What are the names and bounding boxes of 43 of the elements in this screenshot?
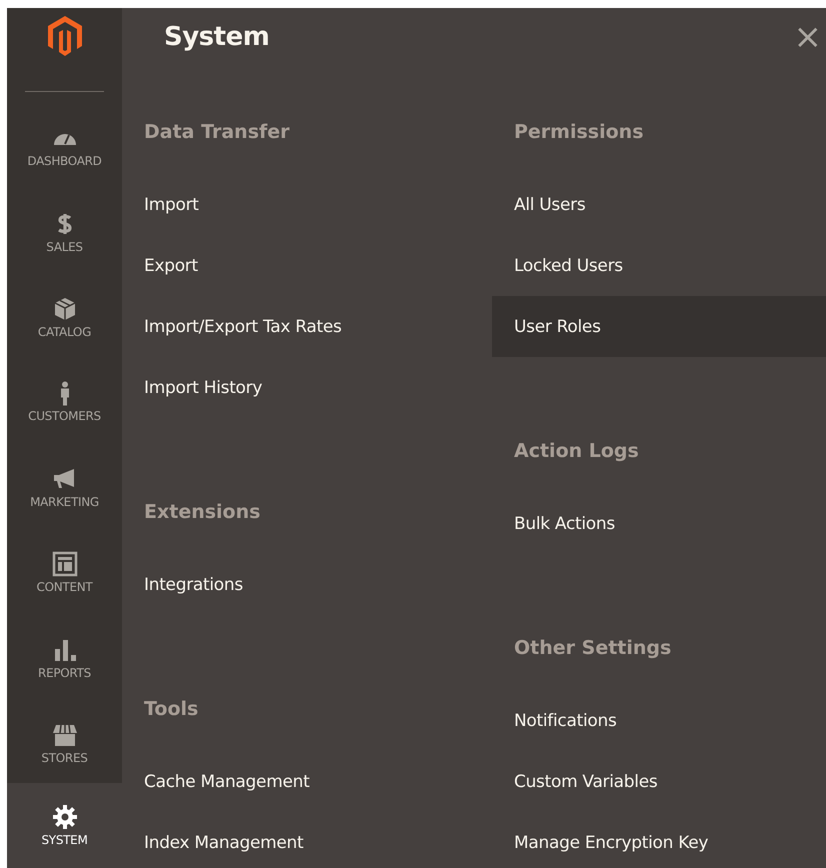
nav-label: MARKETING	[30, 495, 99, 510]
section-heading: Data Transfer	[143, 120, 291, 145]
menu-link[interactable]: Notifications	[492, 690, 826, 751]
nav-item[interactable]: DASHBOARD	[7, 104, 122, 190]
menu-link[interactable]: Import/Export Tax Rates	[122, 296, 492, 357]
menu-link[interactable]: Cache Management	[122, 751, 492, 812]
nav-label: REPORTS	[38, 666, 91, 680]
section-heading: Other Settings	[513, 636, 672, 661]
menu-link[interactable]: Export	[122, 235, 492, 296]
section-heading: Tools	[143, 697, 200, 722]
nav-item[interactable]: CUSTOMERS	[7, 360, 122, 446]
menu-link[interactable]: Import	[122, 174, 492, 235]
nav-label: CUSTOMERS	[28, 409, 101, 424]
layout-icon	[52, 551, 78, 578]
menu-link[interactable]: All Users	[492, 174, 826, 235]
nav-item[interactable]: SYSTEM	[7, 782, 122, 868]
nav-label: DASHBOARD	[27, 154, 102, 168]
menu-link[interactable]: Bulk Actions	[492, 493, 826, 554]
logo[interactable]	[48, 16, 82, 56]
menu-link[interactable]: Integrations	[122, 554, 492, 615]
nav-item[interactable]: MARKETING	[7, 445, 122, 530]
nav-label: SALES	[46, 240, 83, 254]
close-button[interactable]: ×	[794, 22, 822, 52]
menu-link[interactable]: Locked Users	[492, 235, 826, 296]
menu-link[interactable]: Index Management	[122, 812, 492, 868]
nav-item[interactable]: SALES	[7, 189, 122, 275]
nav-item[interactable]: CONTENT	[7, 530, 122, 616]
nav-label: CATALOG	[38, 324, 92, 339]
nav-label: SYSTEM	[41, 832, 88, 847]
menu-link[interactable]: Manage Encryption Key	[492, 812, 826, 868]
menu-link[interactable]: User Roles	[492, 296, 826, 357]
nav-item[interactable]: REPORTS	[7, 615, 122, 701]
section-heading: Action Logs	[513, 439, 640, 464]
panel-title: System	[164, 22, 270, 52]
gear-icon	[52, 804, 78, 830]
nav-item[interactable]: CATALOG	[7, 274, 122, 360]
nav-label: CONTENT	[36, 580, 92, 594]
section-heading: Extensions	[143, 500, 262, 525]
nav-label: STORES	[41, 750, 88, 765]
person-icon	[60, 381, 68, 406]
section-heading: Permissions	[513, 120, 645, 145]
menu-link[interactable]: Import History	[122, 357, 492, 418]
menu-link[interactable]: Custom Variables	[492, 751, 826, 812]
